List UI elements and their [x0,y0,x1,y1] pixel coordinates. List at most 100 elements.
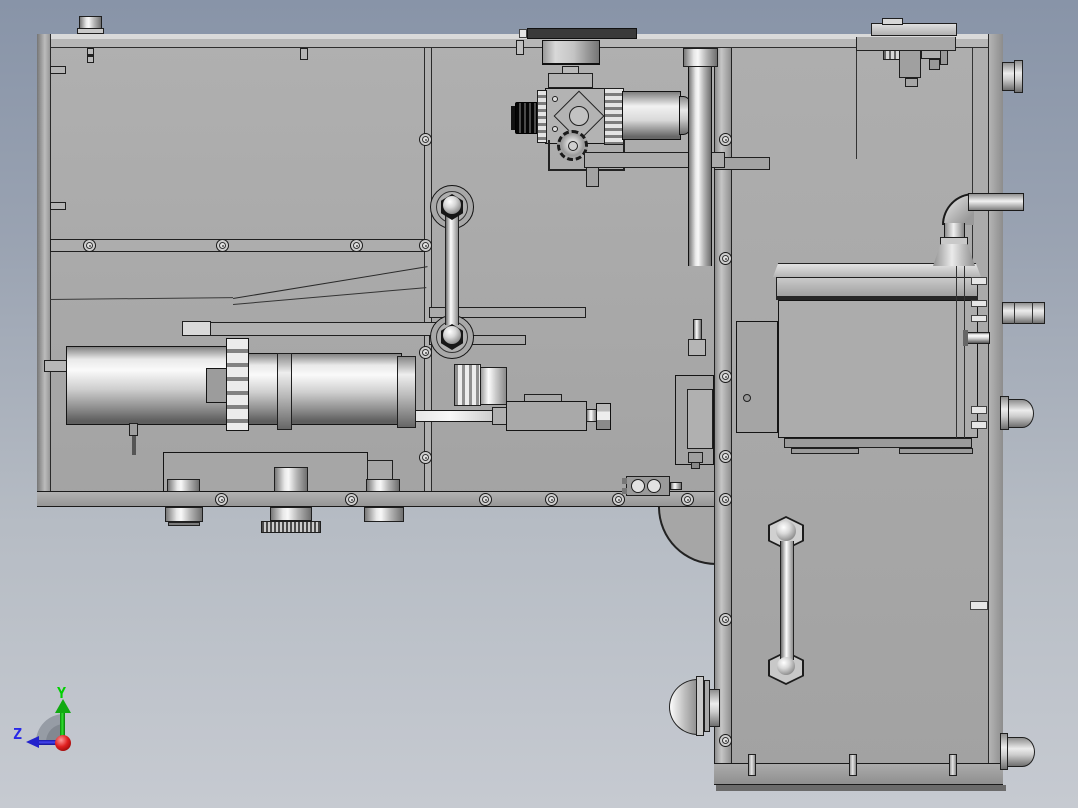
panel-screw[interactable] [350,239,363,252]
panel-screw[interactable] [419,133,432,146]
regulator-mount-plate [527,28,637,39]
ribbed-collar-left [537,90,547,143]
bottom-bevel [716,785,1006,791]
connector-feet [905,78,918,87]
dome-stem [709,689,720,727]
sensor-lens [631,479,645,493]
panel-screw[interactable] [719,734,732,747]
foot-lower[interactable] [165,507,203,522]
origin-sphere [55,735,71,751]
foot-lower-right[interactable] [364,507,404,522]
feed-block[interactable] [506,401,587,431]
tie-rod-upper[interactable] [445,215,459,325]
panel-screw[interactable] [719,370,732,383]
hanging-pin [300,48,308,60]
panel-screw[interactable] [215,493,228,506]
base-pin [949,754,957,776]
bracket-support [586,167,599,187]
cylinder-hang-stem [132,436,136,455]
sensor-tab [622,488,627,494]
panel-line-vertical [972,48,973,264]
box-port-flange [963,330,968,346]
dome-knob[interactable] [669,679,698,735]
connector-tab [971,421,987,429]
slide-bracket-inner [687,389,713,449]
elbow-pipe-horizontal [968,193,1024,211]
recess-line-vertical [856,37,857,159]
connector-boss-ridged[interactable] [1002,302,1045,324]
box-side-port [965,332,990,344]
box-bottom-lip [784,438,972,448]
panel-screw[interactable] [719,133,732,146]
connector-boss[interactable] [1007,737,1035,767]
control-box-band [776,277,978,297]
panel-screw[interactable] [345,493,358,506]
connector-tab [971,315,987,322]
z-axis-arrowhead [26,736,39,748]
box-back-dot [743,394,751,402]
vertical-pipe[interactable] [688,67,712,266]
sensor-tab [622,478,627,484]
control-box[interactable] [778,300,978,438]
connector-boss[interactable] [1008,399,1034,428]
connector-pin [940,50,948,65]
panel-screw[interactable] [545,493,558,506]
base-pin [849,754,857,776]
top-right-tab [882,18,903,25]
panel-screw[interactable] [719,613,732,626]
cad-viewport[interactable]: Y Z [0,0,1078,808]
left-horizontal-rail [50,239,425,252]
panel-screw[interactable] [419,346,432,359]
inner-corner-fillet [658,506,716,565]
ring-flange [277,353,292,430]
box-side-line [964,266,965,448]
tie-rod-lower[interactable] [780,541,794,660]
panel-screw[interactable] [479,493,492,506]
panel-screw[interactable] [216,239,229,252]
shelf-end-block [182,321,211,336]
boss-ridge-line [1014,302,1015,324]
hanging-pin [516,40,524,55]
connector-tab [970,601,988,610]
connector-block [899,50,921,78]
z-axis-label: Z [13,725,23,743]
gauge-cap[interactable] [542,40,600,65]
foot-upper-middle [274,467,308,492]
knurled-wheel[interactable] [261,521,321,533]
bottom-rail-vertical-section [714,763,1003,785]
top-cap-stem [87,48,94,63]
ball-joint [776,521,796,541]
cylinder-stage-2[interactable] [248,353,402,425]
cylinder-hang-rod [129,423,138,436]
funnel-collar [940,237,968,245]
panel-screw[interactable] [83,239,96,252]
panel-screw[interactable] [419,451,432,464]
drive-cylinder[interactable] [66,346,229,425]
edge-tab [519,29,527,38]
top-cap-flare [77,28,104,34]
foot-lower-middle[interactable] [270,507,312,521]
boss-ridge-line [1032,302,1033,324]
knurled-coupling[interactable] [454,364,481,406]
panel-screw[interactable] [681,493,694,506]
panel-screw[interactable] [612,493,625,506]
ball-joint-top [443,196,461,214]
left-column [37,34,51,507]
panel-screw[interactable] [719,450,732,463]
valve-bolt-dot [552,126,558,132]
panel-screw[interactable] [719,493,732,506]
left-inner-tab [50,202,66,210]
air-canister[interactable] [622,91,681,140]
sensor-lens [647,479,661,493]
clamp-flange[interactable] [226,338,249,431]
panel-screw[interactable] [719,252,732,265]
hanger-bracket [856,37,956,51]
regulator-knob[interactable] [515,102,539,134]
foot-base [168,522,200,526]
valve-bolt-dot [552,96,558,102]
ribbed-collar-right [604,88,624,145]
connector-tab [971,300,987,307]
ball-joint-bottom [443,326,461,344]
dome-flange [696,676,704,736]
panel-screw[interactable] [419,239,432,252]
